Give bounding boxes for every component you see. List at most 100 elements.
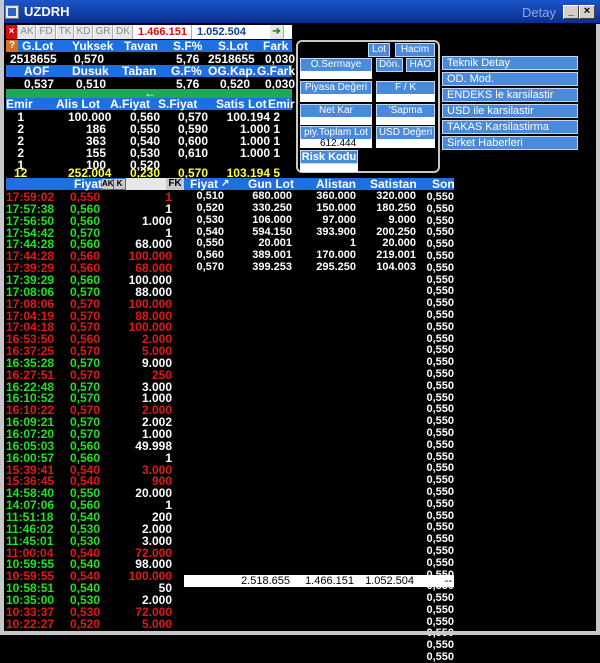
info-panel: Lot Hacim O.Sermaye Dön. HAO Piyasa Değe… [296, 40, 440, 173]
son-cell: 0,550 [426, 273, 454, 286]
tab-ak[interactable]: AK [19, 25, 36, 39]
tab-kd[interactable]: KD [75, 25, 93, 39]
trade-row[interactable]: 17:08:06 0,570 88.000 [6, 286, 184, 298]
trade-cell: 17:08:06 [6, 296, 55, 311]
col-s-fiyat: S.Fiyat [158, 97, 198, 111]
depth-cell: 150.000 [316, 201, 356, 214]
son-cell: 0,550 [426, 462, 454, 475]
depth-cell: 0,520 [196, 201, 224, 214]
son-cell: 0,550 [426, 285, 454, 298]
son-cell: 0,550 [426, 556, 454, 569]
depth-cell: 399.253 [252, 261, 292, 274]
son-cell: 0,550 [426, 214, 454, 227]
usd-compare-button[interactable]: USD ile karsilastir [442, 104, 578, 118]
close-icon[interactable]: × [6, 25, 18, 39]
hao-button[interactable]: HAO [406, 58, 435, 72]
trade-row[interactable]: 11:45:01 0,530 3.000 [6, 535, 184, 547]
arrow-right-icon[interactable]: ➔ [270, 25, 284, 39]
trade-cell: 11:46:02 [6, 521, 54, 536]
teknik-detay-button[interactable]: Teknik Detay [442, 56, 578, 70]
window-border-right [596, 24, 600, 635]
col-satistan: Satistan [370, 177, 417, 191]
fk-button[interactable]: F / K [376, 81, 435, 95]
col-trade-price: Fiyat [74, 177, 103, 191]
piyasa-degeri-button[interactable]: Piyasa Değeri [300, 81, 372, 95]
son-cell: 0,550 [426, 474, 454, 487]
tab-tk[interactable]: TK [57, 25, 74, 39]
ak-toggle[interactable]: AK [102, 179, 114, 189]
trade-cell: 0,560 [69, 213, 100, 228]
net-kar-value [300, 117, 372, 125]
trade-cell: 5.000 [141, 616, 172, 631]
sort-icon[interactable]: ↗ [221, 178, 229, 190]
total-alistan: 1.466.151 [305, 575, 354, 587]
trade-cell: 100.000 [128, 296, 172, 311]
sapma-button[interactable]: 'Sapma [376, 104, 435, 118]
son-cell: 0,550 [426, 603, 454, 616]
toolbar: × AK FD TK KD GR DK 1.466.151 1.052.504 … [6, 25, 292, 39]
trade-cell: 0,530 [69, 533, 100, 548]
tab-dk[interactable]: DK [114, 25, 133, 39]
trade-filter-field[interactable] [126, 178, 166, 190]
trade-row[interactable]: 17:08:06 0,570 100.000 [6, 298, 184, 310]
close-button[interactable]: × [579, 5, 595, 19]
sirket-haberleri-button[interactable]: Sirket Haberleri [442, 136, 578, 150]
son-cell: 0,550 [426, 379, 454, 392]
o-sermaye-button[interactable]: O.Sermaye [300, 58, 372, 72]
net-kar-button[interactable]: Net Kar [300, 104, 372, 118]
depth-cell: 393.900 [316, 225, 356, 238]
total-son: -- [444, 575, 452, 587]
col-gun-lot: Gun Lot [248, 177, 294, 191]
col-gfark: G.Fark [257, 64, 296, 78]
depth-cell: 0,550 [196, 237, 224, 250]
risk-kodu-button[interactable]: Risk Kodu [300, 150, 358, 164]
trade-row[interactable]: 11:46:02 0,530 2.000 [6, 523, 184, 535]
son-cell: 0,550 [426, 544, 454, 557]
minimize-button[interactable]: _ [563, 5, 579, 19]
detail-label: Detay [522, 5, 556, 20]
usd-degeri-button[interactable]: USD Değeri [376, 126, 435, 140]
son-cell: 0,550 [426, 238, 454, 251]
piyasa-degeri-value [300, 94, 372, 102]
donem-button[interactable]: Dön. [376, 58, 403, 72]
col-depth-price: Fiyat [190, 177, 219, 191]
fk-value [376, 94, 435, 102]
trade-row[interactable]: 10:33:37 0,530 72.000 [6, 606, 184, 618]
son-cell: 0,550 [426, 261, 454, 274]
orderbook-header: Emir Alis Lot A.Fiyat S.Fiyat Satis Lot … [6, 97, 295, 111]
son-cell: 0,550 [426, 521, 454, 534]
son-cell: 0,550 [426, 249, 454, 262]
help-icon[interactable]: ? [6, 40, 18, 52]
fk-toggle[interactable]: FK [166, 178, 184, 190]
depth-cell: 1 [349, 237, 356, 250]
col-tavan: Tavan [124, 39, 158, 53]
depth-cell: 106.000 [252, 213, 292, 226]
trade-row[interactable]: 16:27:51 0,570 250 [6, 369, 184, 381]
od-mod-button[interactable]: OD. Mod. [442, 72, 578, 86]
son-cell: 0,550 [426, 651, 454, 663]
son-cell: 0,550 [426, 332, 454, 345]
trade-cell: 72.000 [135, 604, 172, 619]
son-column: 0,550 0,550 0,550 0,550 0,550 0,550 0,550 0,550… [408, 191, 454, 663]
lot-button[interactable]: Lot [368, 43, 390, 57]
son-cell: 0,550 [426, 533, 454, 546]
son-cell: 0,550 [426, 297, 454, 310]
trade-row[interactable]: 16:00:57 0,560 1 [6, 452, 184, 464]
trade-row[interactable]: 17:56:50 0,560 1.000 [6, 215, 184, 227]
total-gun-lot: 2.518.655 [241, 575, 290, 587]
col-taban: Taban [122, 64, 157, 78]
hacim-button[interactable]: Hacim [395, 43, 435, 57]
tab-fd[interactable]: FD [37, 25, 56, 39]
takas-compare-button[interactable]: TAKAS Karsilastirma [442, 120, 578, 134]
total-satistan: 1.052.504 [365, 575, 414, 587]
app-logo-icon [5, 5, 19, 19]
trade-cell: 250 [151, 367, 172, 382]
k-toggle[interactable]: K [114, 179, 125, 189]
col-sf: S.F% [173, 39, 203, 53]
endeks-compare-button[interactable]: ENDEKS le karsilastir [442, 88, 578, 102]
tab-gr[interactable]: GR [94, 25, 113, 39]
trade-row[interactable]: 10:22:27 0,520 5.000 [6, 618, 184, 630]
son-cell: 0,550 [426, 344, 454, 357]
trade-cell: 3.000 [141, 533, 172, 548]
son-cell: 0,550 [426, 438, 454, 451]
